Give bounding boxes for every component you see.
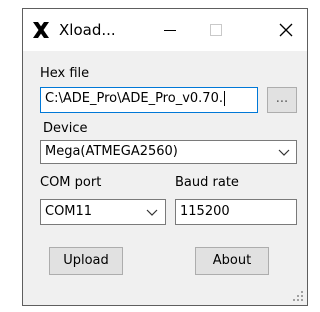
close-button[interactable] [263, 9, 309, 51]
baud-rate-input[interactable]: 115200 [175, 199, 297, 225]
com-port-selected-value: COM11 [45, 204, 93, 219]
device-label: Device [43, 121, 88, 136]
window-title: Xload... [59, 21, 116, 39]
minimize-icon [164, 29, 176, 31]
device-selected-value: Mega(ATMEGA2560) [45, 144, 178, 159]
maximize-button[interactable] [193, 9, 239, 51]
baud-rate-label: Baud rate [175, 175, 239, 190]
minimize-button[interactable] [147, 9, 193, 51]
chevron-down-icon [278, 149, 290, 156]
browse-button[interactable]: ... [267, 87, 297, 113]
title-bar[interactable]: Xload... [23, 9, 307, 51]
device-select[interactable]: Mega(ATMEGA2560) [40, 140, 297, 164]
resize-grip-icon[interactable] [292, 290, 304, 302]
xload-window: Xload... Hex file C:\ADE_Pro\ADE_Pro_v0.… [22, 8, 308, 306]
text-caret [223, 91, 225, 106]
com-port-select[interactable]: COM11 [40, 199, 166, 225]
hex-file-label: Hex file [40, 66, 90, 81]
baud-rate-value: 115200 [180, 204, 230, 219]
com-port-label: COM port [40, 175, 102, 190]
x-logo-icon [33, 22, 49, 38]
close-icon [279, 23, 293, 37]
hex-file-value: C:\ADE_Pro\ADE_Pro_v0.70. [45, 91, 223, 106]
chevron-down-icon [146, 209, 158, 216]
about-button[interactable]: About [195, 247, 269, 275]
hex-file-input[interactable]: C:\ADE_Pro\ADE_Pro_v0.70. [40, 87, 258, 113]
upload-button[interactable]: Upload [49, 247, 123, 275]
maximize-icon [210, 24, 222, 36]
